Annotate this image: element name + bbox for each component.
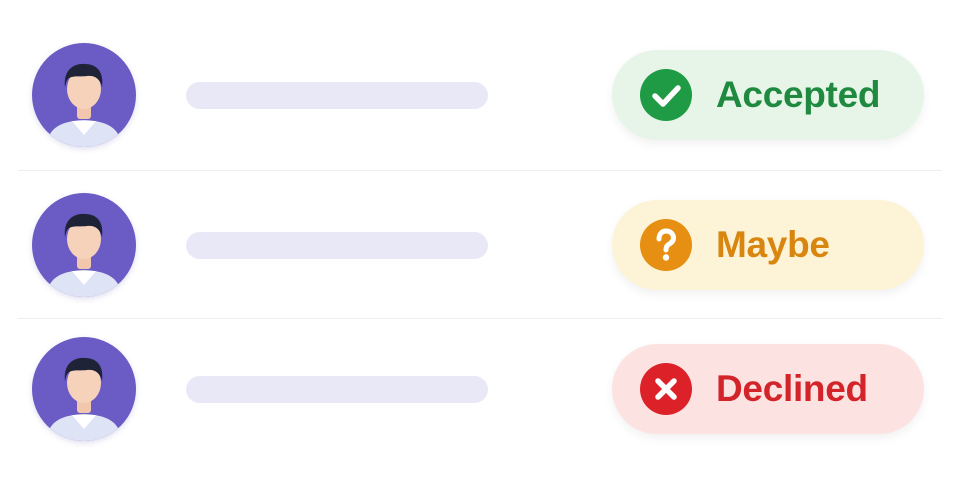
status-label: Declined	[716, 368, 868, 409]
status-label: Accepted	[716, 74, 881, 115]
person-icon	[46, 357, 122, 441]
status-badge-maybe[interactable]: Maybe	[612, 200, 924, 290]
person-icon	[46, 213, 122, 297]
list-item[interactable]: Maybe	[0, 186, 960, 306]
status-badge-declined[interactable]: Declined	[612, 344, 924, 434]
checkmark-icon	[640, 69, 692, 121]
cross-icon	[640, 363, 692, 415]
question-mark-icon	[640, 219, 692, 271]
status-badge-accepted[interactable]: Accepted	[612, 50, 924, 140]
avatar	[32, 337, 136, 441]
name-placeholder	[186, 376, 488, 403]
avatar	[32, 193, 136, 297]
status-label: Maybe	[716, 224, 830, 265]
divider	[18, 318, 942, 319]
list-item[interactable]: Accepted	[0, 36, 960, 156]
person-icon	[46, 63, 122, 147]
name-placeholder	[186, 232, 488, 259]
invitee-list: Accepted Maybe Declined	[0, 0, 960, 500]
list-item[interactable]: Declined	[0, 330, 960, 450]
divider	[18, 170, 942, 171]
avatar	[32, 43, 136, 147]
name-placeholder	[186, 82, 488, 109]
